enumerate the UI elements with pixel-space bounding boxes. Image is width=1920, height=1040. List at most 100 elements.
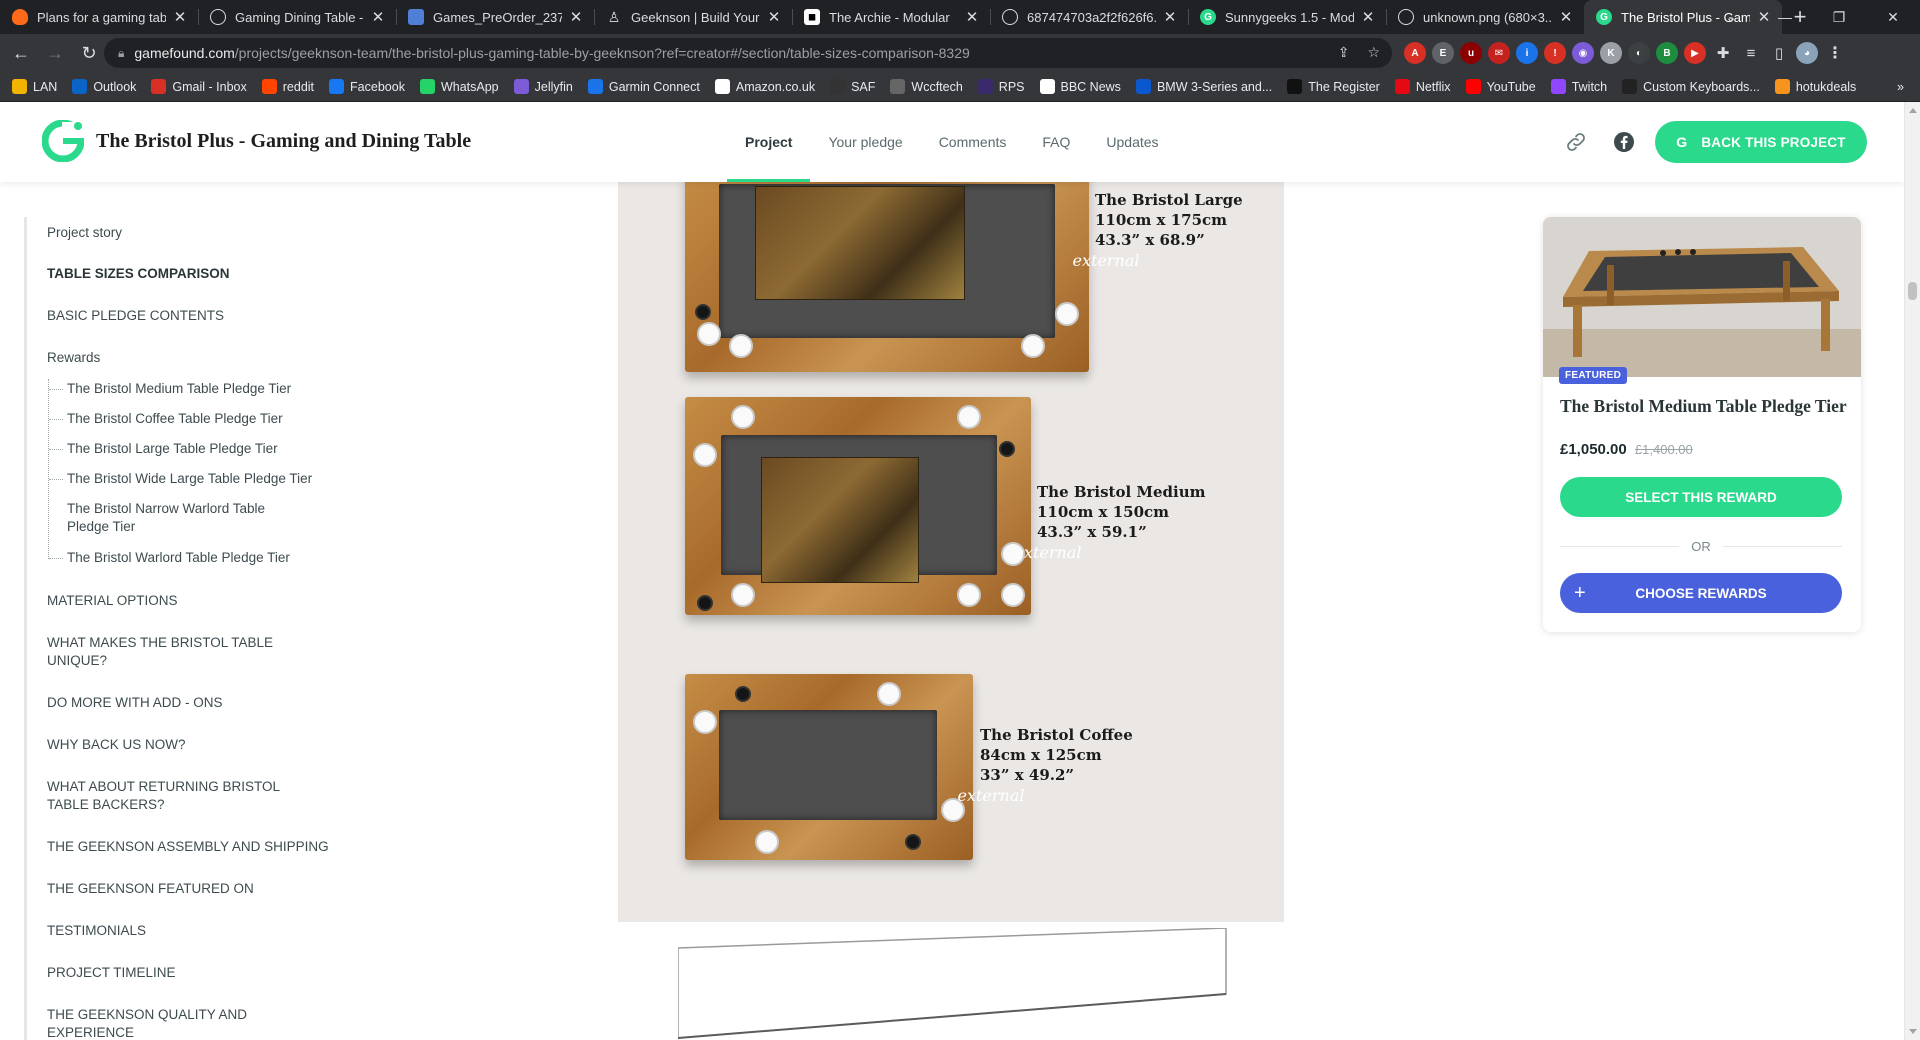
bookmark-item[interactable]: Amazon.co.uk — [714, 79, 815, 94]
page-scrollbar[interactable] — [1904, 102, 1920, 1040]
extension-icon[interactable]: K — [1600, 42, 1622, 64]
browser-tab[interactable]: G Sunnygeeks 1.5 - Mod ✕ — [1188, 0, 1386, 34]
close-tab-icon[interactable]: ✕ — [1558, 8, 1574, 26]
close-tab-icon[interactable]: ✕ — [766, 8, 782, 26]
reload-icon[interactable]: ↻ — [72, 38, 106, 68]
bookmark-item[interactable]: Wccftech — [890, 79, 963, 94]
close-tab-icon[interactable]: ✕ — [964, 8, 980, 26]
sidebar-reward-medium[interactable]: The Bristol Medium Table Pledge Tier — [67, 380, 291, 398]
browser-tab[interactable]: ◼ The Archie - Modular ✕ — [792, 0, 990, 34]
minimize-icon[interactable]: — — [1758, 0, 1812, 34]
share-icon[interactable]: ⇪ — [1338, 44, 1350, 61]
bookmark-item[interactable]: BBC News — [1039, 79, 1121, 94]
bookmark-item[interactable]: BMW 3-Series and... — [1135, 79, 1272, 94]
sidebar-item-quality[interactable]: THE GEEKNSON QUALITY AND — [47, 1006, 247, 1024]
close-tab-icon[interactable]: ✕ — [1360, 8, 1376, 26]
choose-rewards-button[interactable]: + CHOOSE REWARDS — [1560, 573, 1842, 613]
sidebar-reward-wide-large[interactable]: The Bristol Wide Large Table Pledge Tier — [67, 470, 312, 488]
bookmark-star-icon[interactable]: ☆ — [1367, 44, 1380, 61]
tab-your-pledge[interactable]: Your pledge — [810, 102, 920, 182]
menu-dots-icon[interactable]: ⋮ — [1824, 42, 1846, 64]
bookmark-item[interactable]: reddit — [261, 79, 314, 94]
tab-search-icon[interactable]: ⌄ — [1704, 0, 1758, 34]
reward-title[interactable]: The Bristol Medium Table Pledge Tier — [1560, 395, 1850, 417]
profile-avatar-icon[interactable]: ◕ — [1796, 42, 1818, 64]
browser-tab[interactable]: Gaming Dining Table - ✕ — [198, 0, 396, 34]
sidebar-reward-narrow-warlord-line2[interactable]: Pledge Tier — [67, 518, 135, 536]
tab-comments[interactable]: Comments — [921, 102, 1025, 182]
browser-tab[interactable]: unknown.png (680×3... ✕ — [1386, 0, 1584, 34]
tab-faq[interactable]: FAQ — [1024, 102, 1088, 182]
address-bar[interactable]: 🔒︎ gamefound.com/projects/geeknson-team/… — [104, 38, 1392, 68]
sidebar-item-material-options[interactable]: MATERIAL OPTIONS — [47, 592, 178, 610]
select-reward-button[interactable]: SELECT THIS REWARD — [1560, 477, 1842, 517]
sidebar-item-project-story[interactable]: Project story — [47, 224, 122, 242]
sidebar-item-testimonials[interactable]: TESTIMONIALS — [47, 922, 146, 940]
sidebar-reward-coffee[interactable]: The Bristol Coffee Table Pledge Tier — [67, 410, 283, 428]
copy-link-icon[interactable] — [1564, 130, 1588, 154]
extension-icon[interactable]: E — [1432, 42, 1454, 64]
extension-icon[interactable]: ✉ — [1488, 42, 1510, 64]
sidebar-item-assembly-shipping[interactable]: THE GEEKNSON ASSEMBLY AND SHIPPING — [47, 838, 329, 856]
bookmark-item[interactable]: WhatsApp — [419, 79, 499, 94]
ublock-extension-icon[interactable]: u — [1460, 42, 1482, 64]
side-panel-icon[interactable]: ▯ — [1768, 42, 1790, 64]
extension-icon[interactable]: ! — [1544, 42, 1566, 64]
back-this-project-button[interactable]: G BACK THIS PROJECT — [1655, 121, 1867, 163]
puzzle-extensions-icon[interactable]: ✚ — [1712, 42, 1734, 64]
extension-icon[interactable]: B — [1656, 42, 1678, 64]
close-tab-icon[interactable]: ✕ — [172, 8, 188, 26]
adblock-extension-icon[interactable]: A — [1404, 42, 1426, 64]
tab-project[interactable]: Project — [727, 102, 811, 182]
gamefound-logo-icon[interactable] — [42, 120, 84, 162]
sidebar-item-basic-pledge[interactable]: BASIC PLEDGE CONTENTS — [47, 307, 224, 325]
bookmark-item[interactable]: Garmin Connect — [587, 79, 700, 94]
bookmark-item[interactable]: The Register — [1287, 79, 1380, 94]
bookmark-item[interactable]: Facebook — [329, 79, 405, 94]
bookmark-item[interactable]: SAF — [830, 79, 875, 94]
bookmark-item[interactable]: YouTube — [1465, 79, 1536, 94]
sidebar-item-featured-on[interactable]: THE GEEKNSON FEATURED ON — [47, 880, 254, 898]
sidebar-item-add-ons[interactable]: DO MORE WITH ADD - ONS — [47, 694, 223, 712]
sidebar-item-timeline[interactable]: PROJECT TIMELINE — [47, 964, 176, 982]
browser-tab[interactable]: ♙ Geeknson | Build Your ✕ — [594, 0, 792, 34]
scrollbar-thumb[interactable] — [1908, 282, 1917, 300]
sidebar-item-table-sizes[interactable]: TABLE SIZES COMPARISON — [47, 265, 230, 283]
bookmark-item[interactable]: Gmail - Inbox — [151, 79, 247, 94]
scroll-down-arrow-icon[interactable] — [1909, 1029, 1917, 1034]
reading-list-icon[interactable]: ≡ — [1740, 42, 1762, 64]
bookmark-item[interactable]: Jellyfin — [513, 79, 573, 94]
extension-icon[interactable]: ▶ — [1684, 42, 1706, 64]
sidebar-item-rewards[interactable]: Rewards — [47, 349, 100, 367]
close-tab-icon[interactable]: ✕ — [370, 8, 386, 26]
browser-tab[interactable]: Plans for a gaming table ✕ — [0, 0, 198, 34]
sidebar-item-what-makes-unique[interactable]: WHAT MAKES THE BRISTOL TABLE — [47, 634, 273, 652]
extension-icon[interactable]: ◉ — [1572, 42, 1594, 64]
scroll-up-arrow-icon[interactable] — [1909, 108, 1917, 113]
back-arrow-icon[interactable]: ← — [4, 38, 38, 68]
extension-icon[interactable]: ◐ — [1628, 42, 1650, 64]
sidebar-item-returning-backers-line2[interactable]: TABLE BACKERS? — [47, 796, 165, 814]
bookmark-item[interactable]: Outlook — [72, 79, 136, 94]
sidebar-item-why-back[interactable]: WHY BACK US NOW? — [47, 736, 186, 754]
sidebar-reward-narrow-warlord[interactable]: The Bristol Narrow Warlord Table — [67, 500, 265, 518]
bookmark-item[interactable]: Custom Keyboards... — [1622, 79, 1760, 94]
sidebar-reward-warlord[interactable]: The Bristol Warlord Table Pledge Tier — [67, 549, 290, 567]
tab-updates[interactable]: Updates — [1088, 102, 1176, 182]
more-bookmarks-button[interactable]: » — [1897, 80, 1904, 94]
facebook-icon[interactable] — [1612, 130, 1636, 154]
extension-icon[interactable]: i — [1516, 42, 1538, 64]
bookmark-item[interactable]: RPS — [977, 79, 1025, 94]
bookmark-item[interactable]: hotukdeals — [1774, 79, 1856, 94]
browser-tab[interactable]: 687474703a2f2f626f6... ✕ — [990, 0, 1188, 34]
bookmark-item[interactable]: Netflix — [1394, 79, 1451, 94]
close-window-icon[interactable]: ✕ — [1866, 0, 1920, 34]
close-tab-icon[interactable]: ✕ — [1162, 8, 1178, 26]
close-tab-icon[interactable]: ✕ — [568, 8, 584, 26]
bookmark-item[interactable]: LAN — [12, 79, 57, 94]
forward-arrow-icon[interactable]: → — [38, 38, 72, 68]
sidebar-item-quality-line2[interactable]: EXPERIENCE — [47, 1024, 134, 1040]
sidebar-reward-large[interactable]: The Bristol Large Table Pledge Tier — [67, 440, 278, 458]
sidebar-item-what-makes-unique-line2[interactable]: UNIQUE? — [47, 652, 107, 670]
restore-icon[interactable]: ❐ — [1812, 0, 1866, 34]
